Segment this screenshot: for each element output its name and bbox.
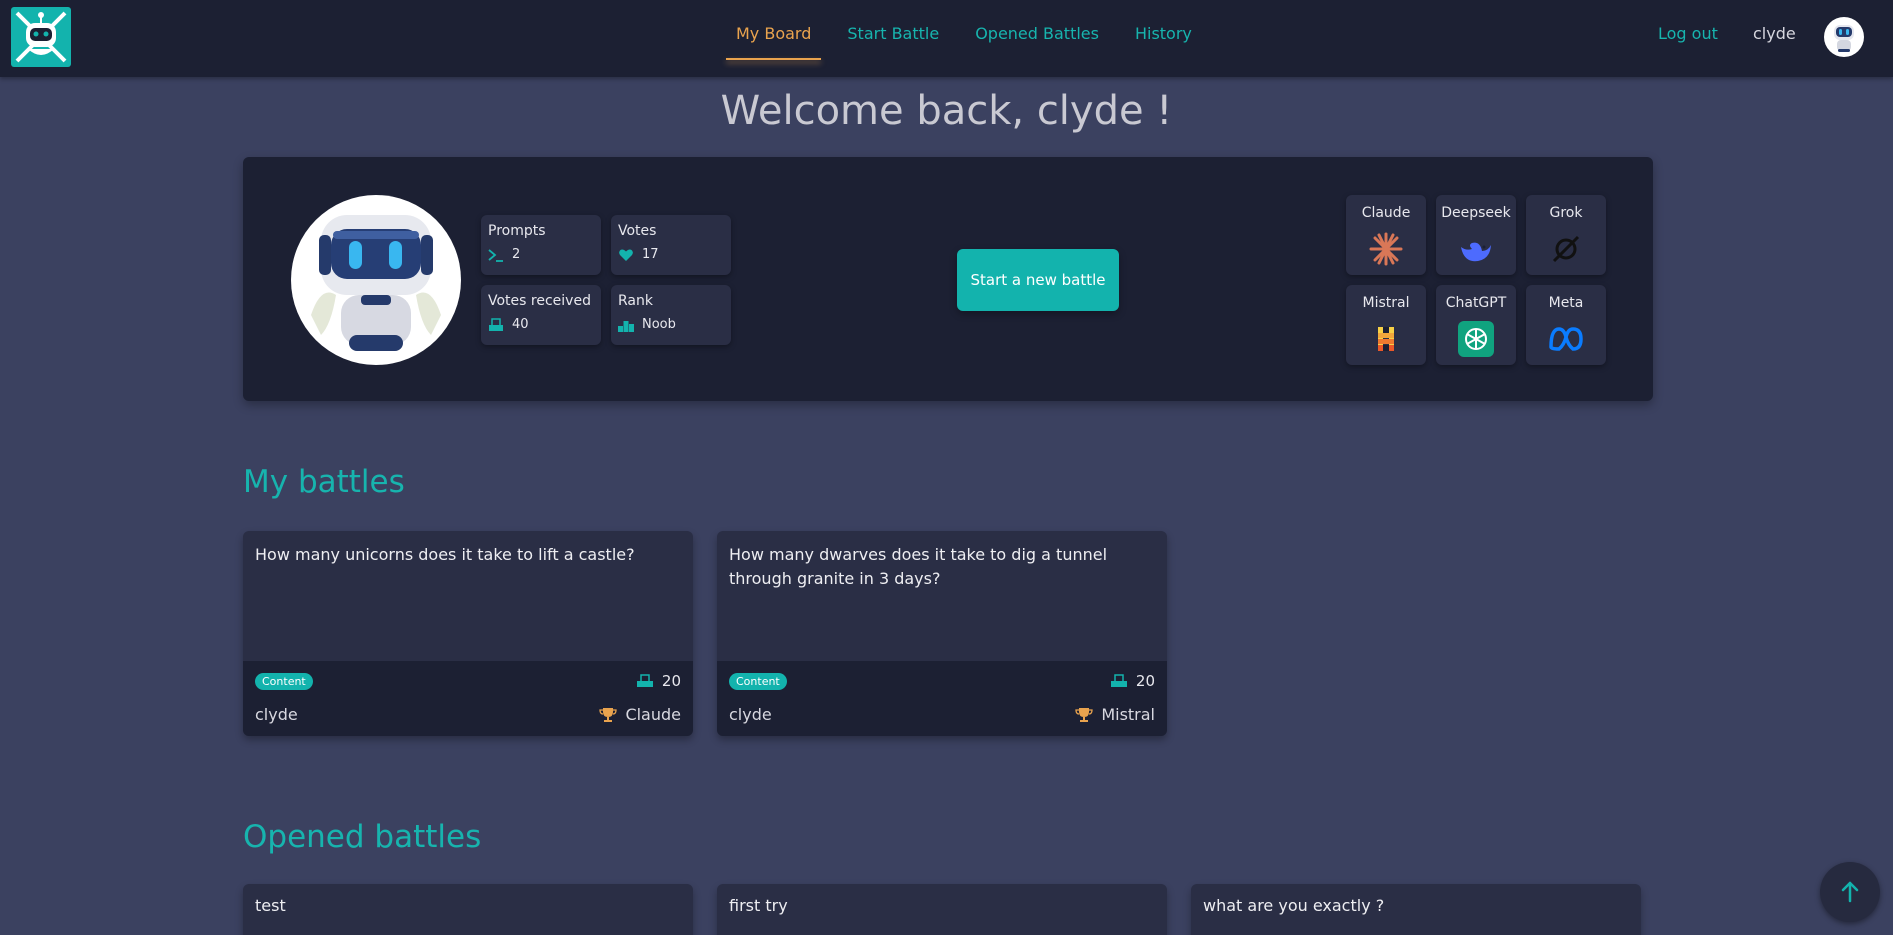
battle-question: How many unicorns does it take to lift a… [255, 545, 635, 564]
opened-battle-card[interactable]: what are you exactly ? [1191, 884, 1641, 935]
battle-card[interactable]: How many dwarves does it take to dig a t… [717, 531, 1167, 736]
category-badge: Content [255, 673, 313, 690]
battle-winner: Claude [599, 705, 681, 724]
welcome-heading: Welcome back, clyde ! [720, 88, 1173, 134]
mistral-icon [1378, 327, 1394, 351]
stat-prompts-label: Prompts [488, 223, 546, 239]
battle-votes: 20 [636, 672, 681, 690]
opened-battle-question: first try [729, 896, 788, 915]
ballot-box-icon [1110, 674, 1127, 687]
stat-prompts: Prompts 2 [481, 215, 601, 275]
model-deepseek: Deepseek [1436, 195, 1516, 275]
nav-opened-battles[interactable]: Opened Battles [965, 0, 1109, 77]
stat-rank-value: Noob [642, 317, 676, 332]
battle-question: How many dwarves does it take to dig a t… [729, 545, 1108, 588]
model-claude: Claude [1346, 195, 1426, 275]
battle-winner-name: Claude [625, 705, 681, 724]
stat-votes-received-label: Votes received [488, 293, 591, 309]
stat-votes: Votes 17 [611, 215, 731, 275]
chatgpt-icon [1458, 321, 1494, 357]
stat-rank: Rank Noob [611, 285, 731, 345]
battle-card[interactable]: How many unicorns does it take to lift a… [243, 531, 693, 736]
start-new-battle-button[interactable]: Start a new battle [957, 249, 1119, 311]
opened-battle-card[interactable]: test [243, 884, 693, 935]
battle-card-footer: Content 20 clyde Claude [243, 661, 693, 736]
podium-icon [618, 320, 634, 332]
nav-username: clyde [1753, 24, 1796, 43]
nav-start-battle[interactable]: Start Battle [837, 0, 949, 77]
opened-battles-heading: Opened battles [243, 819, 482, 855]
model-meta: Meta [1526, 285, 1606, 365]
claude-icon [1369, 232, 1403, 266]
arrow-up-icon [1841, 881, 1859, 903]
opened-battle-question: test [255, 896, 286, 915]
trophy-icon [1075, 707, 1093, 722]
nav-my-board[interactable]: My Board [726, 0, 822, 77]
battle-author: clyde [729, 705, 772, 724]
robot-swords-logo-icon[interactable] [11, 7, 71, 67]
model-grok: Grok [1526, 195, 1606, 275]
model-name: Mistral [1362, 295, 1410, 311]
grok-icon [1552, 235, 1580, 263]
model-mistral: Mistral [1346, 285, 1426, 365]
opened-battle-question: what are you exactly ? [1203, 896, 1385, 915]
battle-votes-count: 20 [1135, 672, 1155, 690]
robot-avatar-icon[interactable] [1824, 17, 1864, 57]
battle-votes-count: 20 [661, 672, 681, 690]
meta-icon [1549, 327, 1583, 351]
model-name: ChatGPT [1445, 295, 1507, 311]
model-name: Claude [1361, 205, 1411, 221]
heart-icon [619, 249, 633, 261]
model-name: Meta [1548, 295, 1584, 311]
battle-votes: 20 [1110, 672, 1155, 690]
top-navbar: My Board Start Battle Opened Battles His… [0, 0, 1893, 77]
stat-votes-received: Votes received 40 [481, 285, 601, 345]
robot-avatar-icon [291, 195, 461, 365]
trophy-icon [599, 707, 618, 722]
ballot-box-icon [636, 674, 653, 687]
nav-history[interactable]: History [1125, 0, 1202, 77]
model-name: Grok [1549, 205, 1583, 221]
deepseek-whale-icon [1461, 242, 1491, 262]
opened-battle-card[interactable]: first try [717, 884, 1167, 935]
stat-votes-value: 17 [642, 247, 659, 262]
battle-winner-name: Mistral [1101, 705, 1155, 724]
logout-link[interactable]: Log out [1658, 0, 1718, 67]
category-badge: Content [729, 673, 787, 690]
stat-votes-received-value: 40 [512, 317, 529, 332]
ballot-box-icon [489, 317, 503, 331]
terminal-icon [488, 248, 503, 262]
profile-card: Prompts 2 Votes 17 Votes received 40 Ran… [243, 157, 1653, 401]
scroll-to-top-button[interactable] [1820, 862, 1880, 922]
my-battles-heading: My battles [243, 464, 405, 500]
stat-prompts-value: 2 [512, 247, 521, 262]
battle-card-footer: Content 20 clyde Mistral [717, 661, 1167, 736]
battle-author: clyde [255, 705, 298, 724]
model-name: Deepseek [1441, 205, 1511, 221]
model-chatgpt: ChatGPT [1436, 285, 1516, 365]
stat-votes-label: Votes [618, 223, 657, 239]
main-nav: My Board Start Battle Opened Battles His… [726, 0, 1218, 77]
battle-winner: Mistral [1075, 705, 1155, 724]
stat-rank-label: Rank [618, 293, 653, 309]
